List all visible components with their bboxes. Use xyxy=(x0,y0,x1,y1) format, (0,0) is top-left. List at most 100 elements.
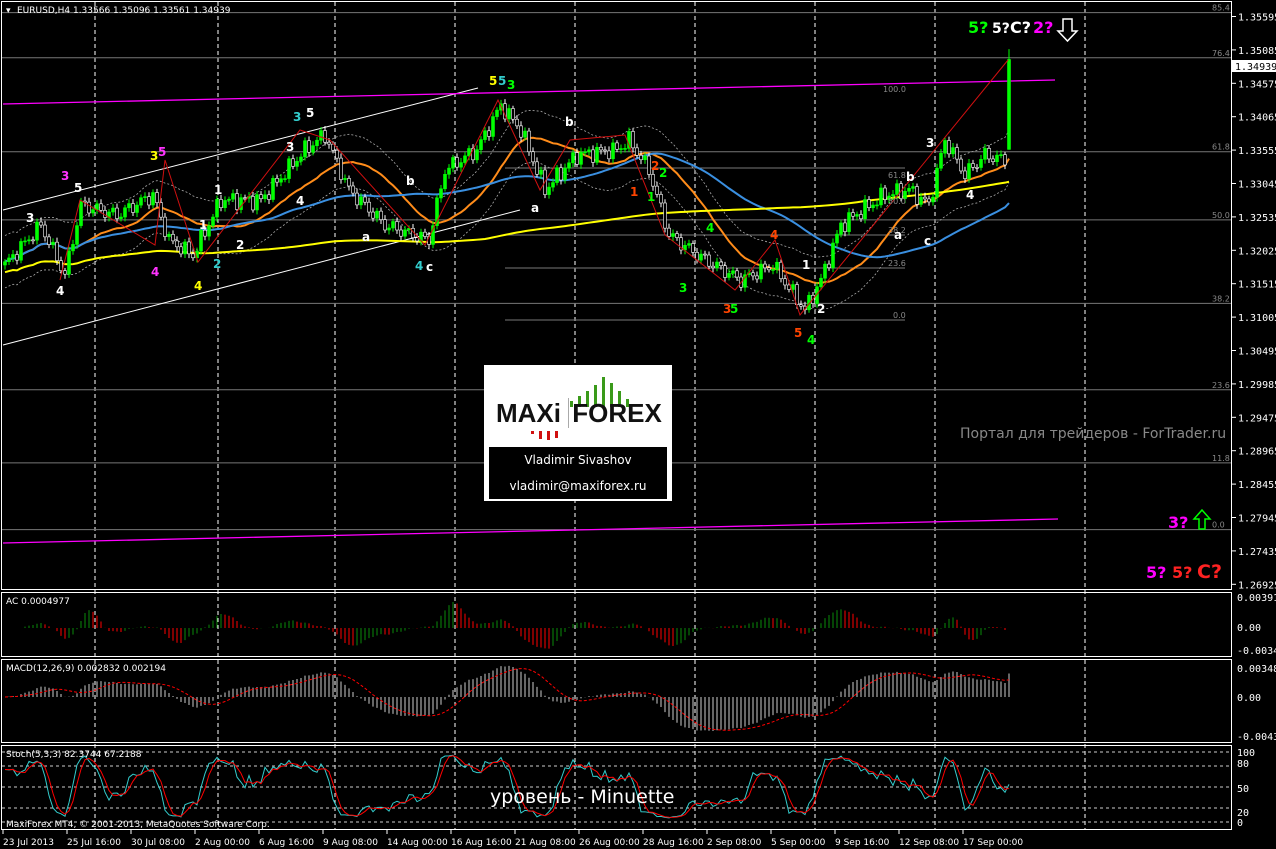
candle xyxy=(363,196,367,203)
candle xyxy=(631,131,635,149)
candle xyxy=(167,234,171,237)
wave-label: 1 xyxy=(802,258,810,272)
candle xyxy=(791,284,795,290)
candle xyxy=(687,243,691,246)
date-tick-label: 2 Sep 08:00 xyxy=(707,838,762,848)
date-tick-label: 12 Sep 08:00 xyxy=(899,838,959,848)
wave-label: a xyxy=(894,228,902,242)
candle xyxy=(871,204,875,209)
candle xyxy=(623,148,627,150)
candle xyxy=(995,154,999,162)
candle xyxy=(611,142,615,160)
candle xyxy=(19,241,23,261)
svg-text:0: 0 xyxy=(1237,818,1243,829)
candle xyxy=(263,194,267,200)
candle xyxy=(759,263,763,280)
channel-line-lower[interactable] xyxy=(2,209,521,346)
macd-histogram xyxy=(4,665,1010,731)
candle xyxy=(11,254,15,259)
candle xyxy=(675,233,679,238)
price-axis: 1.35595 1.35085 1.34575 1.34065 1.33555 1.330… xyxy=(1232,13,1276,591)
wave-label: 4 xyxy=(56,284,64,298)
date-axis: 23 Jul 2013 25 Jul 16:00 30 Jul 08:00 2 Aug… xyxy=(2,830,1023,848)
price-tick-label: 1.35085 xyxy=(1238,46,1276,57)
candle xyxy=(863,199,867,220)
candle xyxy=(211,216,215,227)
candle xyxy=(915,186,919,205)
candle xyxy=(175,240,179,248)
candle xyxy=(975,167,979,169)
author-email[interactable]: vladimir@maxiforex.ru xyxy=(489,473,667,499)
stoch-label: Stoch(5,3,3) 82.3744 67.2188 xyxy=(6,750,142,760)
local-fib-labels: 100.0 61.8 50.0 38.2 23.6 0.0 xyxy=(883,85,906,320)
candle xyxy=(775,261,779,270)
candle xyxy=(191,253,195,259)
fib-label: 23.6 xyxy=(888,259,906,268)
wave-label: 5 xyxy=(794,326,802,340)
candle xyxy=(379,210,383,220)
date-tick-label: 6 Aug 16:00 xyxy=(259,838,314,848)
candle xyxy=(523,130,527,138)
wave-degree-caption: уровень - Minuette xyxy=(490,786,675,808)
candle xyxy=(403,229,407,237)
candle xyxy=(451,157,455,169)
candle xyxy=(891,194,895,197)
candle xyxy=(663,202,667,229)
candle xyxy=(39,221,43,226)
candle xyxy=(395,221,399,231)
candle xyxy=(443,174,447,190)
candle xyxy=(375,210,379,219)
candle xyxy=(883,187,887,200)
svg-text:0.00: 0.00 xyxy=(1237,693,1261,704)
magenta-channel-lower[interactable] xyxy=(2,518,1059,544)
envelope-bands xyxy=(4,109,1010,310)
candle xyxy=(1007,59,1011,150)
arrow-up-icon xyxy=(1192,508,1212,530)
fib-level-label: 23.6 xyxy=(1212,381,1230,390)
logo-text: MAXi FOREX xyxy=(496,398,662,428)
candle xyxy=(831,242,835,269)
candle xyxy=(527,130,531,153)
candle xyxy=(931,196,935,203)
candle xyxy=(423,231,427,237)
candle xyxy=(219,199,223,208)
projection-label: C? xyxy=(1197,561,1222,583)
candle xyxy=(231,193,235,200)
candle xyxy=(223,200,227,208)
fib-label: 100.0 xyxy=(883,85,906,94)
fib-level-label: 11.8 xyxy=(1212,454,1230,463)
candle xyxy=(511,108,515,120)
candle xyxy=(163,216,167,237)
wave-label: c xyxy=(426,260,433,274)
date-tick-label: 5 Sep 00:00 xyxy=(771,838,826,848)
candle xyxy=(859,214,863,220)
candle xyxy=(131,203,135,213)
candle xyxy=(255,194,259,211)
wave-label: 1 xyxy=(630,185,638,199)
candle xyxy=(855,214,859,217)
price-tick-label: 1.34575 xyxy=(1238,79,1276,90)
date-tick-label: 28 Aug 16:00 xyxy=(643,838,704,848)
symbol-dropdown-icon[interactable]: ▾ xyxy=(6,6,11,16)
candle xyxy=(355,192,359,206)
wave-label: 5 xyxy=(730,302,738,316)
candle xyxy=(259,194,263,200)
fib-level-label: 38.2 xyxy=(1212,294,1230,303)
candle xyxy=(475,149,479,161)
candle xyxy=(459,162,463,168)
candle xyxy=(667,227,671,237)
wave-label: b xyxy=(565,115,574,129)
candle xyxy=(291,158,295,167)
candle xyxy=(711,265,715,269)
svg-text:0.00: 0.00 xyxy=(1237,623,1261,634)
candle xyxy=(27,239,31,242)
candle xyxy=(187,241,191,255)
candle xyxy=(215,199,219,218)
candle xyxy=(455,157,459,168)
price-tick-label: 1.26925 xyxy=(1238,580,1276,591)
candle xyxy=(671,233,675,237)
candle xyxy=(75,225,79,245)
candle xyxy=(399,229,403,237)
candle xyxy=(939,152,943,169)
candle xyxy=(71,244,75,252)
